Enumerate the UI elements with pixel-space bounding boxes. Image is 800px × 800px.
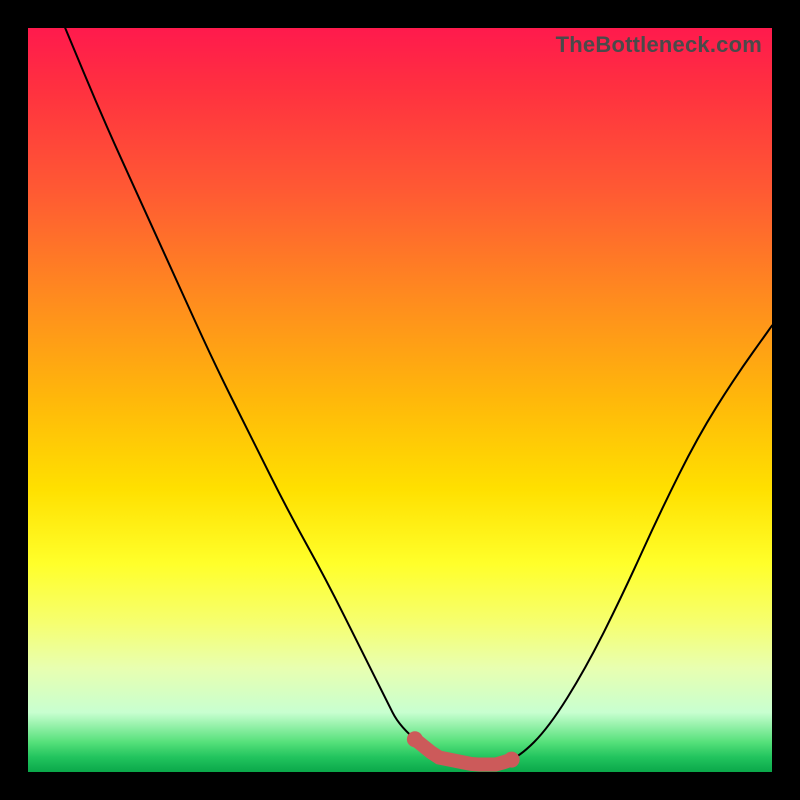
chart-svg	[28, 28, 772, 772]
optimal-range-highlight	[415, 739, 512, 764]
bottleneck-curve-line	[65, 28, 772, 765]
chart-frame: TheBottleneck.com	[0, 0, 800, 800]
plot-area: TheBottleneck.com	[28, 28, 772, 772]
optimal-range-end-dot	[504, 752, 520, 768]
optimal-range-start-dot	[407, 731, 423, 747]
